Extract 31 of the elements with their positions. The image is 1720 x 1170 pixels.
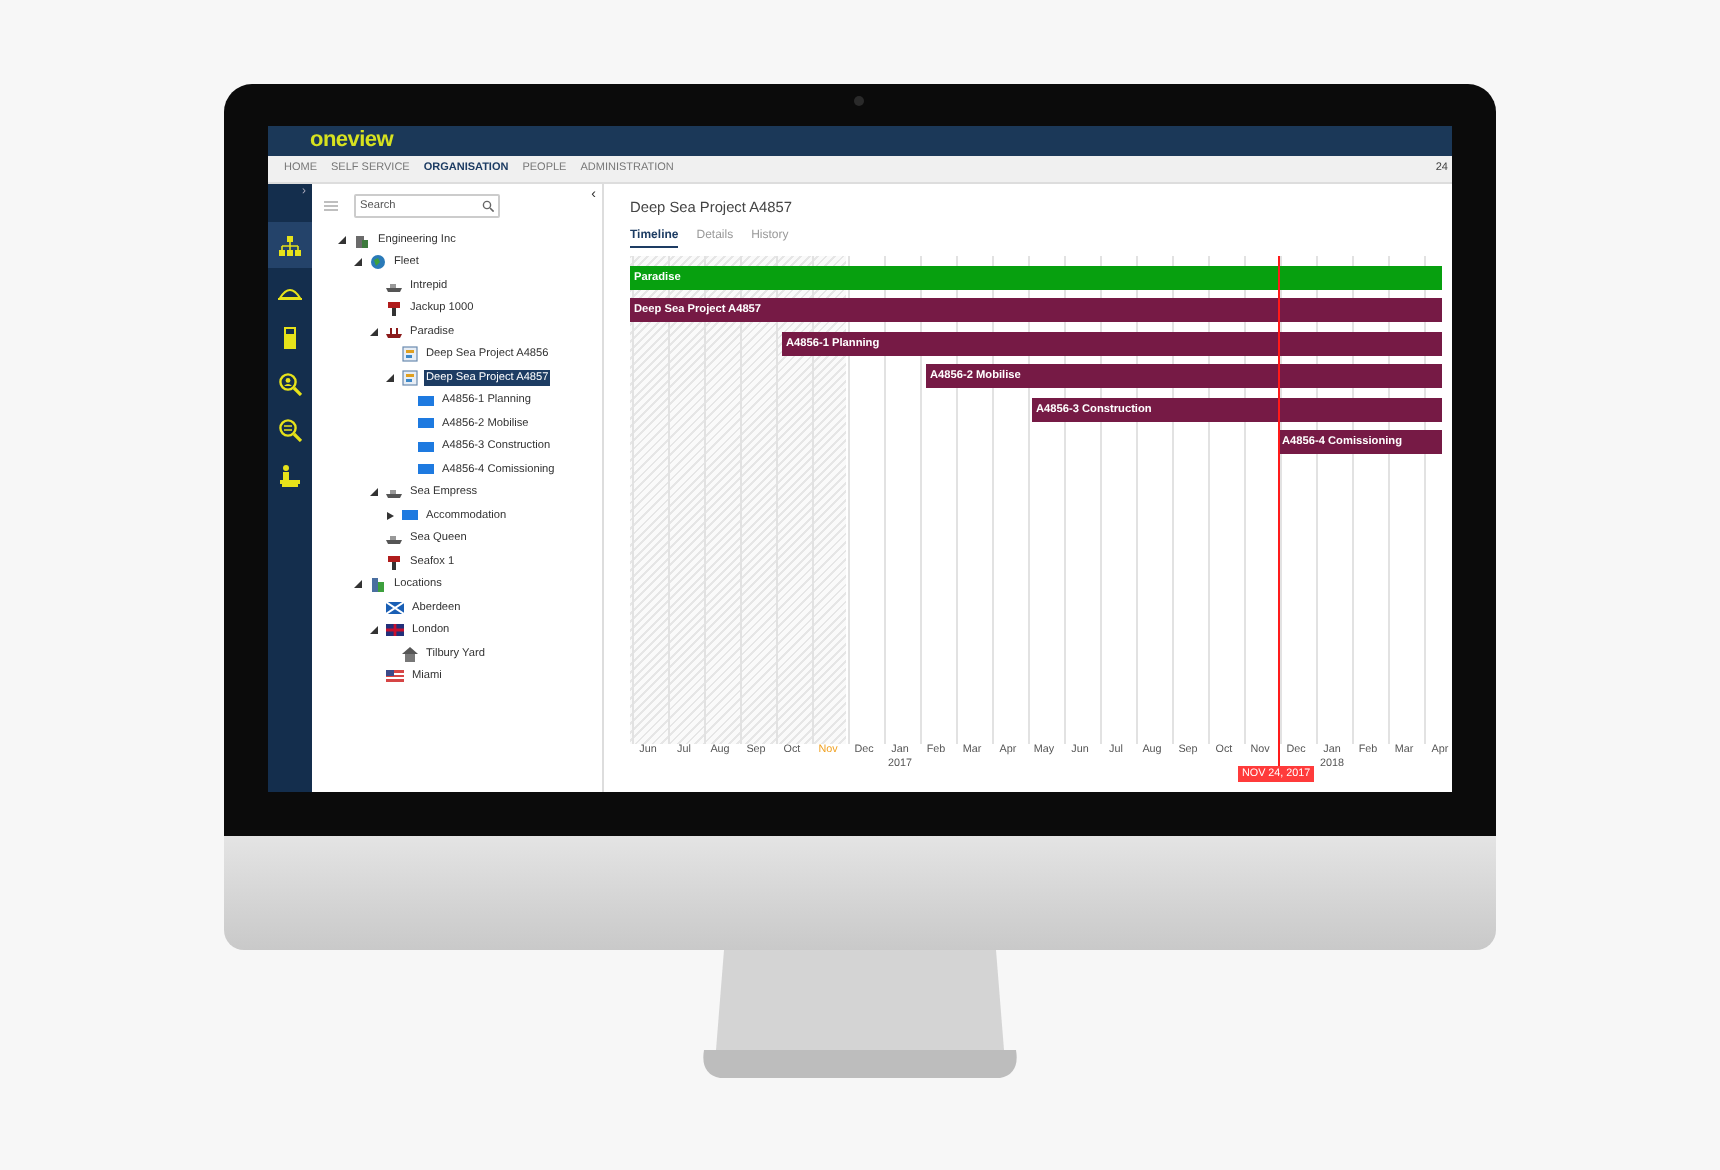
ship-icon: [386, 530, 402, 547]
search-icon[interactable]: [278, 371, 302, 395]
app-logo: oneview: [310, 130, 393, 152]
collapse-icon[interactable]: [338, 235, 346, 244]
person-desk-icon[interactable]: [278, 463, 302, 487]
collapse-icon[interactable]: [370, 488, 378, 497]
rig-icon: [386, 300, 402, 317]
flag-icon: [386, 670, 404, 683]
ship-icon: [386, 484, 402, 501]
house-icon: [402, 645, 418, 662]
rig-icon: [386, 553, 402, 570]
collapse-icon[interactable]: [354, 258, 362, 267]
building-icon: [354, 231, 370, 248]
calculator-icon[interactable]: [278, 325, 302, 349]
globe-icon: [370, 254, 386, 271]
task-icon: [402, 510, 418, 521]
flag-icon: [386, 601, 404, 614]
project-icon: [402, 369, 418, 386]
search-icon[interactable]: [482, 199, 494, 211]
ship-icon: [386, 323, 402, 340]
collapse-icon[interactable]: [370, 327, 378, 336]
search-icon[interactable]: [278, 417, 302, 441]
flag-icon: [386, 624, 404, 637]
camera-icon: [854, 96, 864, 106]
collapse-icon[interactable]: [354, 580, 362, 589]
collapse-icon[interactable]: [386, 373, 394, 382]
org-chart-icon[interactable]: [278, 233, 302, 257]
expand-icon[interactable]: [386, 511, 394, 520]
collapse-icon[interactable]: [370, 626, 378, 635]
building-icon: [370, 576, 386, 593]
project-icon: [402, 346, 418, 363]
